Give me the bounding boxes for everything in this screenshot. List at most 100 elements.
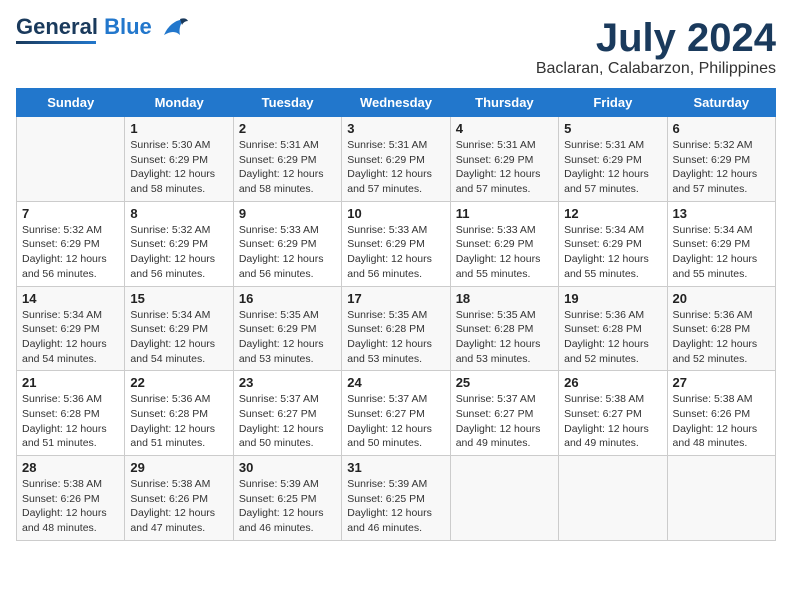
cell-detail-line: and 54 minutes. xyxy=(22,353,97,365)
cell-detail-line: Sunset: 6:29 PM xyxy=(239,154,317,166)
cell-detail-line: and 53 minutes. xyxy=(347,353,422,365)
calendar-cell: 2 Sunrise: 5:31 AMSunset: 6:29 PMDaylight… xyxy=(233,117,341,202)
cell-detail-line: Daylight: 12 hours xyxy=(673,168,758,180)
cell-details: Sunrise: 5:35 AMSunset: 6:28 PMDaylight:… xyxy=(347,308,444,367)
cell-detail-line: Daylight: 12 hours xyxy=(347,338,432,350)
cell-detail-line: Sunrise: 5:36 AM xyxy=(564,309,644,321)
cell-details: Sunrise: 5:31 AMSunset: 6:29 PMDaylight:… xyxy=(347,138,444,197)
cell-details: Sunrise: 5:33 AMSunset: 6:29 PMDaylight:… xyxy=(239,223,336,282)
day-number: 2 xyxy=(239,121,336,136)
day-number: 9 xyxy=(239,206,336,221)
calendar-cell: 30Sunrise: 5:39 AMSunset: 6:25 PMDayligh… xyxy=(233,456,341,541)
cell-detail-line: Sunrise: 5:35 AM xyxy=(239,309,319,321)
cell-detail-line: Sunset: 6:27 PM xyxy=(239,408,317,420)
cell-detail-line: Sunset: 6:28 PM xyxy=(673,323,751,335)
logo: General Blue xyxy=(16,16,188,44)
calendar-cell: 7Sunrise: 5:32 AMSunset: 6:29 PMDaylight… xyxy=(17,201,125,286)
cell-detail-line: Daylight: 12 hours xyxy=(456,423,541,435)
cell-detail-line: Sunrise: 5:34 AM xyxy=(130,309,210,321)
cell-details: Sunrise: 5:37 AM Sunset: 6:27 PM Daylight:… xyxy=(239,392,336,451)
calendar-cell: 1Sunrise: 5:30 AMSunset: 6:29 PMDaylight… xyxy=(125,117,233,202)
cell-detail-line: and 50 minutes. xyxy=(347,437,422,449)
cell-detail-line: Sunset: 6:29 PM xyxy=(564,154,642,166)
calendar-cell: 15Sunrise: 5:34 AMSunset: 6:29 PMDayligh… xyxy=(125,286,233,371)
header: General Blue July 2024 Baclaran, Calabar… xyxy=(16,16,776,78)
cell-detail-line: and 57 minutes. xyxy=(347,183,422,195)
calendar-cell: 23 Sunrise: 5:37 AM Sunset: 6:27 PM Dayligh… xyxy=(233,371,341,456)
day-number: 23 xyxy=(239,375,336,390)
cell-detail-line: Sunset: 6:25 PM xyxy=(239,493,317,505)
calendar-cell: 29Sunrise: 5:38 AMSunset: 6:26 PMDayligh… xyxy=(125,456,233,541)
calendar-cell: 24Sunrise: 5:37 AMSunset: 6:27 PMDayligh… xyxy=(342,371,450,456)
cell-details: Sunrise: 5:35 AMSunset: 6:28 PMDaylight:… xyxy=(456,308,553,367)
day-number: 18 xyxy=(456,291,553,306)
cell-detail-line: Daylight: 12 hours xyxy=(239,253,324,265)
cell-detail-line: Daylight: 12 hours xyxy=(239,168,324,180)
cell-detail-line: and 57 minutes. xyxy=(564,183,639,195)
cell-detail-line: and 56 minutes. xyxy=(347,268,422,280)
day-number: 22 xyxy=(130,375,227,390)
calendar-table: SundayMondayTuesdayWednesdayThursdayFrid… xyxy=(16,88,776,541)
cell-details: Sunrise: 5:31 AMSunset: 6:29 PMDaylight:… xyxy=(239,138,336,197)
page-title: July 2024 xyxy=(536,16,776,60)
cell-detail-line: Sunset: 6:28 PM xyxy=(22,408,100,420)
cell-detail-line: Sunset: 6:27 PM xyxy=(564,408,642,420)
cell-detail-line: Sunset: 6:29 PM xyxy=(130,154,208,166)
day-number: 20 xyxy=(673,291,770,306)
cell-detail-line: Daylight: 12 hours xyxy=(130,507,215,519)
cell-detail-line: Sunrise: 5:34 AM xyxy=(673,224,753,236)
cell-detail-line: Sunrise: 5:38 AM xyxy=(673,393,753,405)
logo-text: General Blue xyxy=(16,16,188,39)
cell-detail-line: Sunset: 6:29 PM xyxy=(22,238,100,250)
cell-details: Sunrise: 5:35 AMSunset: 6:29 PMDaylight:… xyxy=(239,308,336,367)
cell-details: Sunrise: 5:38 AMSunset: 6:27 PMDaylight:… xyxy=(564,392,661,451)
cell-detail-line: Sunrise: 5:34 AM xyxy=(564,224,644,236)
cell-detail-line: Sunset: 6:28 PM xyxy=(456,323,534,335)
col-header-wednesday: Wednesday xyxy=(342,89,450,117)
cell-details: Sunrise: 5:32 AMSunset: 6:29 PMDaylight:… xyxy=(130,223,227,282)
calendar-cell: 9 Sunrise: 5:33 AMSunset: 6:29 PMDaylight… xyxy=(233,201,341,286)
cell-details: Sunrise: 5:38 AMSunset: 6:26 PMDaylight:… xyxy=(673,392,770,451)
day-number: 8 xyxy=(130,206,227,221)
cell-detail-line: Sunset: 6:28 PM xyxy=(347,323,425,335)
cell-detail-line: Sunset: 6:29 PM xyxy=(22,323,100,335)
cell-detail-line: Daylight: 12 hours xyxy=(239,423,324,435)
cell-detail-line: Sunset: 6:29 PM xyxy=(564,238,642,250)
calendar-cell: 22Sunrise: 5:36 AMSunset: 6:28 PMDayligh… xyxy=(125,371,233,456)
cell-detail-line: Daylight: 12 hours xyxy=(22,338,107,350)
cell-detail-line: Daylight: 12 hours xyxy=(673,338,758,350)
cell-details: Sunrise: 5:32 AMSunset: 6:29 PMDaylight:… xyxy=(673,138,770,197)
cell-detail-line: and 53 minutes. xyxy=(239,353,314,365)
day-number: 28 xyxy=(22,460,119,475)
cell-detail-line: Daylight: 12 hours xyxy=(347,507,432,519)
cell-detail-line: Daylight: 12 hours xyxy=(564,338,649,350)
calendar-cell: 17Sunrise: 5:35 AMSunset: 6:28 PMDayligh… xyxy=(342,286,450,371)
calendar-cell: 25Sunrise: 5:37 AMSunset: 6:27 PMDayligh… xyxy=(450,371,558,456)
cell-detail-line: Sunrise: 5:38 AM xyxy=(22,478,102,490)
cell-details: Sunrise: 5:37 AMSunset: 6:27 PMDaylight:… xyxy=(456,392,553,451)
cell-details: Sunrise: 5:36 AMSunset: 6:28 PMDaylight:… xyxy=(22,392,119,451)
cell-detail-line: Daylight: 12 hours xyxy=(22,423,107,435)
calendar-cell: 28Sunrise: 5:38 AMSunset: 6:26 PMDayligh… xyxy=(17,456,125,541)
calendar-cell: 13Sunrise: 5:34 AMSunset: 6:29 PMDayligh… xyxy=(667,201,775,286)
cell-detail-line: Sunrise: 5:37 AM xyxy=(239,393,319,405)
cell-detail-line: and 57 minutes. xyxy=(673,183,748,195)
cell-detail-line: Sunrise: 5:32 AM xyxy=(673,139,753,151)
cell-detail-line: and 58 minutes. xyxy=(130,183,205,195)
cell-detail-line: Sunset: 6:27 PM xyxy=(347,408,425,420)
calendar-cell: 6Sunrise: 5:32 AMSunset: 6:29 PMDaylight… xyxy=(667,117,775,202)
cell-detail-line: Sunrise: 5:33 AM xyxy=(347,224,427,236)
calendar-cell: 21Sunrise: 5:36 AMSunset: 6:28 PMDayligh… xyxy=(17,371,125,456)
calendar-cell xyxy=(667,456,775,541)
cell-detail-line: Sunset: 6:28 PM xyxy=(130,408,208,420)
calendar-cell: 3Sunrise: 5:31 AMSunset: 6:29 PMDaylight… xyxy=(342,117,450,202)
calendar-cell: 18 Sunrise: 5:35 AMSunset: 6:28 PMDayligh… xyxy=(450,286,558,371)
cell-detail-line: Daylight: 12 hours xyxy=(22,253,107,265)
cell-detail-line: Daylight: 12 hours xyxy=(130,338,215,350)
cell-details: Sunrise: 5:33 AMSunset: 6:29 PMDaylight:… xyxy=(347,223,444,282)
cell-detail-line: and 55 minutes. xyxy=(456,268,531,280)
cell-detail-line: and 48 minutes. xyxy=(673,437,748,449)
cell-details: Sunrise: 5:31 AMSunset: 6:29 PMDaylight:… xyxy=(456,138,553,197)
cell-detail-line: Sunset: 6:29 PM xyxy=(130,323,208,335)
calendar-cell: 20Sunrise: 5:36 AMSunset: 6:28 PMDayligh… xyxy=(667,286,775,371)
